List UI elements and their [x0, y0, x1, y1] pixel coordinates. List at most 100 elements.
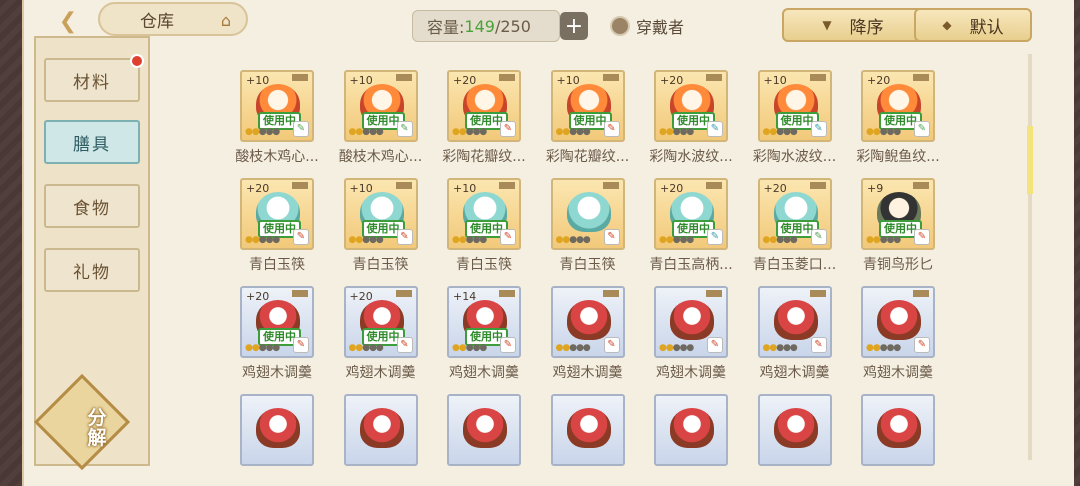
inventory-item[interactable]: ●●●●● ✎ 青白玉筷 [547, 178, 651, 282]
item-card[interactable] [240, 394, 314, 466]
item-card[interactable]: +10 使用中 ●●●●● ✎ [240, 70, 314, 142]
inventory-item[interactable]: +20 使用中 ●●●●● ✎ 彩陶水波纹... [649, 70, 754, 174]
utensil-icon: ✎ [603, 337, 620, 353]
item-card[interactable] [550, 394, 625, 466]
capacity-display: 容量: 149 /250 [412, 10, 560, 42]
inventory-item[interactable]: +10 使用中 ●●●●● ✎ 酸枝木鸡心... [236, 70, 340, 174]
wearer-toggle[interactable]: 穿戴者 [610, 14, 684, 38]
inventory-item[interactable]: +20 使用中 ●●●●● ✎ 鸡翅木调羹 [236, 286, 340, 390]
item-flag-icon [913, 290, 929, 297]
item-card[interactable]: +10 使用中 ●●●●● ✎ [447, 178, 521, 250]
item-card[interactable]: +20 使用中 ●●●●● ✎ [240, 286, 314, 358]
inventory-item[interactable]: +20 使用中 ●●●●● ✎ 彩陶花瓣纹... [442, 70, 547, 174]
star-rating-icon: ●●●●● [452, 127, 487, 137]
inventory-item[interactable]: ●●●●● ✎ 鸡翅木调羹 [754, 286, 858, 390]
item-name: 青白玉筷 [249, 257, 305, 273]
item-card[interactable]: ●●●●● ✎ [550, 286, 625, 358]
wearer-radio-icon[interactable] [610, 16, 630, 36]
item-name: 彩陶水波纹... [649, 149, 733, 165]
sidebar-item-gifts[interactable]: 礼物 [44, 248, 140, 292]
inventory-item[interactable] [236, 394, 340, 466]
inventory-item[interactable] [754, 394, 858, 466]
capacity-used: 149 [464, 16, 495, 36]
item-level: +20 [660, 182, 684, 195]
item-level: +10 [349, 74, 373, 87]
item-card[interactable]: ●●●●● ✎ [654, 286, 728, 358]
item-name: 青白玉菱口... [752, 257, 837, 273]
star-rating-icon: ●●●●● [555, 235, 591, 245]
page-title: 仓库 [140, 11, 174, 32]
inventory-item[interactable] [443, 394, 547, 466]
item-card[interactable] [861, 394, 935, 466]
inventory-item[interactable] [340, 394, 444, 466]
inventory-item[interactable]: +20 使用中 ●●●●● ✎ 鸡翅木调羹 [340, 286, 444, 390]
home-icon[interactable]: ⌂ [212, 8, 240, 32]
inventory-item[interactable] [857, 394, 961, 466]
item-name: 酸枝木鸡心... [338, 149, 423, 165]
inventory-item[interactable]: +20 使用中 ●●●●● ✎ 青白玉菱口... [753, 178, 858, 282]
scrollbar[interactable] [1027, 54, 1033, 460]
item-level: +10 [246, 74, 270, 87]
item-card[interactable] [343, 394, 418, 466]
item-card[interactable]: +10 使用中 ●●●●● ✎ [757, 70, 832, 142]
add-capacity-button[interactable]: + [560, 12, 588, 40]
utensil-icon: ✎ [707, 229, 723, 245]
item-card[interactable]: +20 使用中 ●●●●● ✎ [757, 178, 832, 250]
inventory-item[interactable]: +14 使用中 ●●●●● ✎ 鸡翅木调羹 [443, 286, 547, 390]
item-card[interactable]: ●●●●● ✎ [757, 286, 832, 358]
item-card[interactable]: +20 使用中 ●●●●● ✎ [343, 286, 418, 358]
item-card[interactable]: +10 使用中 ●●●●● ✎ [343, 178, 418, 250]
item-flag-icon [499, 290, 515, 297]
inventory-item[interactable] [650, 394, 754, 466]
item-card[interactable]: ●●●●● ✎ [550, 178, 625, 250]
item-card[interactable]: +10 使用中 ●●●●● ✎ [550, 70, 625, 142]
star-rating-icon: ●●●●● [762, 235, 798, 245]
decompose-label[interactable]: 分 解 [66, 398, 128, 458]
item-card[interactable]: +20 使用中 ●●●●● ✎ [861, 70, 935, 142]
inventory-item[interactable]: +10 使用中 ●●●●● ✎ 彩陶花瓣纹... [546, 70, 651, 174]
star-rating-icon: ●●●●● [555, 343, 591, 353]
item-card[interactable] [757, 394, 832, 466]
item-card[interactable]: +20 使用中 ●●●●● ✎ [654, 70, 728, 142]
inventory-item[interactable]: +10 使用中 ●●●●● ✎ 青白玉筷 [443, 178, 547, 282]
item-card[interactable]: +20 使用中 ●●●●● ✎ [654, 178, 728, 250]
item-name: 鸡翅木调羹 [449, 365, 519, 381]
item-level: +20 [349, 290, 373, 303]
inventory-item[interactable]: +20 使用中 ●●●●● ✎ 青白玉高柄... [649, 178, 754, 282]
sidebar-item-food[interactable]: 食物 [44, 184, 140, 228]
inventory-item[interactable]: ●●●●● ✎ 鸡翅木调羹 [547, 286, 651, 390]
inventory-item[interactable]: ●●●●● ✎ 鸡翅木调羹 [857, 286, 961, 390]
inventory-item[interactable]: +10 使用中 ●●●●● ✎ 彩陶水波纹... [753, 70, 858, 174]
scrollbar-thumb[interactable] [1027, 126, 1033, 194]
inventory-item[interactable]: +20 使用中 ●●●●● ✎ 青白玉筷 [236, 178, 340, 282]
item-card[interactable] [654, 394, 728, 466]
inventory-item[interactable]: +9 使用中 ●●●●● ✎ 青铜鸟形匕 [857, 178, 961, 282]
default-filter-button[interactable]: ◆ 默认 [914, 8, 1032, 42]
item-card[interactable]: +20 使用中 ●●●●● ✎ [240, 178, 314, 250]
character-portrait-icon [463, 408, 507, 448]
item-card[interactable]: +10 使用中 ●●●●● ✎ [343, 70, 418, 142]
utensil-icon: ✎ [603, 229, 620, 245]
item-card[interactable]: +14 使用中 ●●●●● ✎ [447, 286, 521, 358]
utensil-icon: ✎ [293, 121, 309, 137]
back-arrow-icon[interactable]: ❮ [48, 4, 88, 38]
sidebar-item-label: 材料 [73, 72, 111, 93]
item-card[interactable]: ●●●●● ✎ [861, 286, 935, 358]
inventory-item[interactable]: +20 使用中 ●●●●● ✎ 彩陶鲵鱼纹... [856, 70, 961, 174]
utensil-icon: ✎ [707, 337, 723, 353]
utensil-icon: ✎ [500, 121, 516, 137]
inventory-item[interactable] [547, 394, 651, 466]
item-card[interactable]: +20 使用中 ●●●●● ✎ [447, 70, 521, 142]
sidebar-item-tableware[interactable]: 膳具 [44, 120, 140, 164]
item-card[interactable] [447, 394, 521, 466]
sort-descending-button[interactable]: ▼ 降序 [782, 8, 924, 42]
character-portrait-icon [773, 408, 818, 448]
character-portrait-icon [877, 300, 921, 340]
inventory-item[interactable]: +10 使用中 ●●●●● ✎ 酸枝木鸡心... [339, 70, 444, 174]
item-card[interactable]: +9 使用中 ●●●●● ✎ [861, 178, 935, 250]
filter-icon: ◆ [942, 18, 952, 32]
sidebar-item-materials[interactable]: 材料 [44, 54, 144, 102]
inventory-item[interactable]: ●●●●● ✎ 鸡翅木调羹 [650, 286, 754, 390]
inventory-item[interactable]: +10 使用中 ●●●●● ✎ 青白玉筷 [340, 178, 444, 282]
star-rating-icon: ●●●●● [866, 127, 901, 137]
